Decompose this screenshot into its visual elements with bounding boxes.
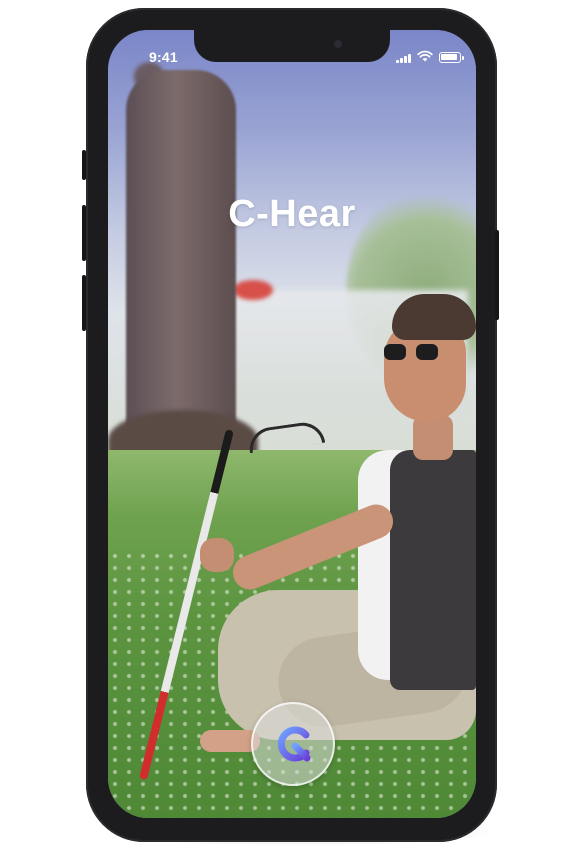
app-title: C-Hear (228, 193, 356, 235)
background-umbrella (233, 280, 273, 300)
person-hand (200, 538, 234, 572)
power-button (495, 230, 499, 320)
wifi-icon (417, 50, 433, 62)
status-time: 9:41 (149, 49, 178, 65)
sunglasses (384, 344, 454, 360)
status-bar: 9:41 (108, 30, 476, 74)
c-hear-start-button[interactable] (251, 702, 335, 786)
battery-icon (439, 52, 464, 63)
notch (194, 30, 390, 62)
c-hear-logo-icon (277, 726, 311, 762)
front-camera (334, 40, 342, 48)
person-hair (392, 294, 476, 340)
tree-trunk (126, 70, 236, 460)
phone-screen: 9:41 C-Hear (108, 30, 476, 818)
cellular-signal-icon (396, 53, 414, 63)
battery-level (441, 54, 457, 60)
volume-up-button (82, 205, 86, 261)
volume-down-button (82, 275, 86, 331)
person-neck (413, 415, 453, 460)
silent-switch (82, 150, 86, 180)
person-vest (390, 450, 476, 690)
